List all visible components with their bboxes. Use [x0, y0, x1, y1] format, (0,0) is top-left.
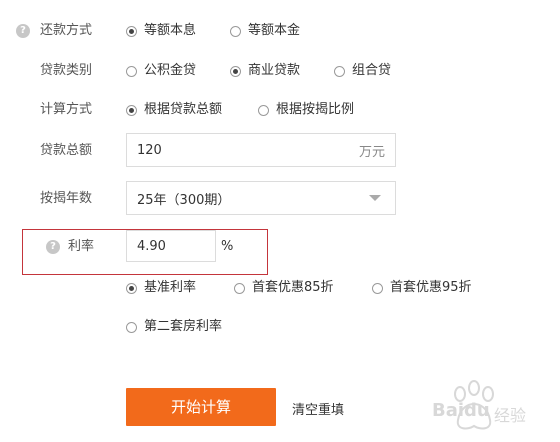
- interest-rate-unit: %: [221, 239, 234, 254]
- question-icon[interactable]: ?: [16, 24, 30, 38]
- calculate-button[interactable]: 开始计算: [126, 388, 276, 426]
- repayment-method-label: 还款方式: [40, 23, 93, 38]
- loan-amount-unit: 万元: [358, 144, 385, 160]
- radio-rate-second-home[interactable]: 第二套房利率: [126, 318, 222, 336]
- radio-repayment-equal-principal[interactable]: 等额本金: [230, 22, 300, 40]
- radio-calc-by-ratio[interactable]: 根据按揭比例: [258, 101, 354, 119]
- chevron-down-icon: [369, 195, 381, 201]
- radio-rate-first-95[interactable]: 首套优惠95折: [372, 279, 472, 297]
- clear-reset-link[interactable]: 清空重填: [292, 399, 344, 418]
- interest-rate-input[interactable]: 4.90: [126, 230, 216, 262]
- radio-unchecked-icon: [230, 25, 241, 37]
- radio-unchecked-icon: [126, 321, 137, 333]
- watermark-suffix: 经验: [494, 406, 527, 425]
- mortgage-years-select[interactable]: 25年（300期）: [126, 181, 396, 215]
- loan-type-label: 贷款类别: [40, 63, 93, 78]
- watermark-logo-text: Baidu: [432, 400, 490, 421]
- interest-rate-value: 4.90: [137, 238, 166, 254]
- radio-loan-provident-fund[interactable]: 公积金贷: [126, 62, 196, 80]
- loan-amount-label: 贷款总额: [40, 143, 93, 158]
- radio-loan-combined[interactable]: 组合贷: [334, 62, 391, 80]
- radio-unchecked-icon: [334, 65, 345, 77]
- calc-method-label: 计算方式: [40, 102, 93, 117]
- radio-rate-benchmark[interactable]: 基准利率: [126, 279, 196, 297]
- mortgage-years-value: 25年（300期）: [137, 192, 231, 208]
- loan-amount-input[interactable]: 120 万元: [126, 133, 396, 167]
- radio-repayment-equal-installment[interactable]: 等额本息: [126, 22, 196, 40]
- radio-unchecked-icon: [234, 282, 245, 294]
- loan-amount-value: 120: [137, 142, 162, 158]
- radio-checked-icon: [126, 25, 137, 37]
- interest-rate-label: 利率: [68, 239, 95, 254]
- radio-calc-by-total[interactable]: 根据贷款总额: [126, 101, 222, 119]
- baidu-jingyan-watermark: Baidu 经验: [402, 380, 552, 436]
- radio-unchecked-icon: [372, 282, 383, 294]
- radio-checked-icon: [126, 282, 137, 294]
- radio-checked-icon: [126, 104, 137, 116]
- radio-unchecked-icon: [126, 65, 137, 77]
- mortgage-years-label: 按揭年数: [40, 191, 93, 206]
- question-icon[interactable]: ?: [46, 240, 60, 254]
- radio-unchecked-icon: [258, 104, 269, 116]
- radio-checked-icon: [230, 65, 241, 77]
- radio-rate-first-85[interactable]: 首套优惠85折: [234, 279, 334, 297]
- radio-loan-commercial[interactable]: 商业贷款: [230, 62, 300, 80]
